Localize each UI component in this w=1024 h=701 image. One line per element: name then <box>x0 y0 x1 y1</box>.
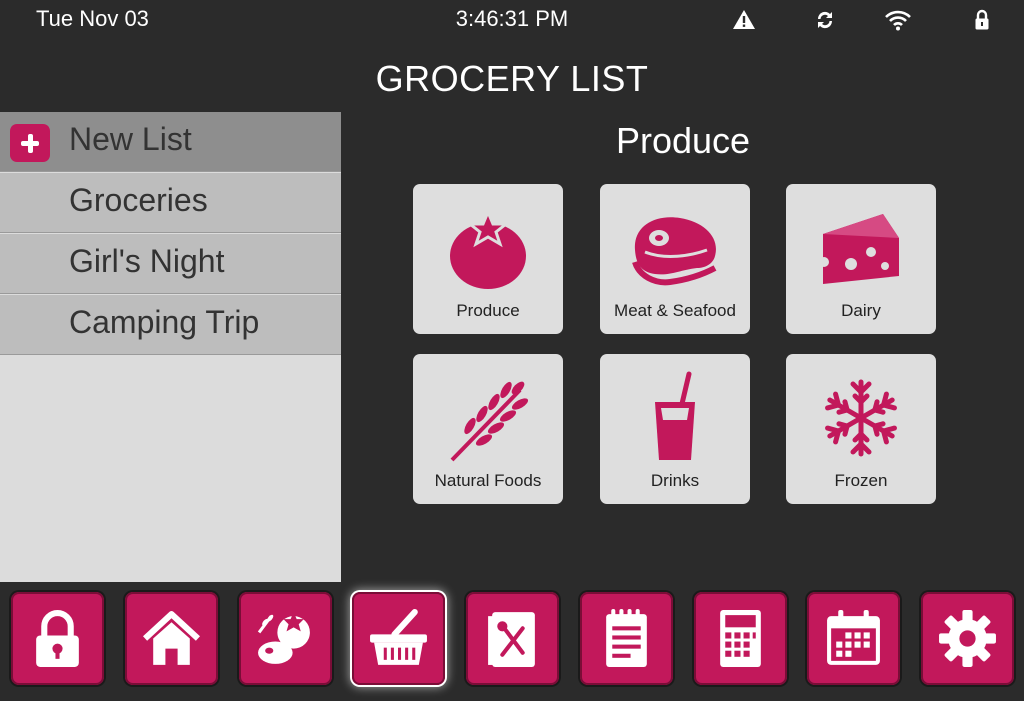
lock-icon[interactable] <box>970 8 994 32</box>
wifi-icon[interactable] <box>884 8 912 32</box>
tile-label: Drinks <box>650 471 700 490</box>
category-tile-dairy[interactable]: Dairy <box>786 184 936 334</box>
dock-recipes-button[interactable] <box>466 592 559 685</box>
dock-calendar-button[interactable] <box>807 592 900 685</box>
sync-icon[interactable] <box>813 8 837 32</box>
tile-label: Frozen <box>834 471 888 490</box>
basket-icon <box>370 609 427 665</box>
settings-gear-icon <box>939 610 996 667</box>
drink-cup-icon <box>655 371 695 460</box>
steak-icon <box>632 217 717 286</box>
dock-food-groups-button[interactable] <box>239 592 332 685</box>
cheese-icon <box>819 214 899 284</box>
tomato-icon <box>450 208 526 289</box>
category-tile-drinks[interactable]: Drinks <box>600 354 750 504</box>
category-tile-produce[interactable]: Produce <box>413 184 563 334</box>
sidebar-item-girls-night[interactable]: Girl's Night <box>0 234 341 294</box>
calendar-icon <box>827 610 880 665</box>
category-tile-meat-seafood[interactable]: Meat & Seafood <box>600 184 750 334</box>
dock-home-button[interactable] <box>125 592 218 685</box>
dock-lock-button[interactable] <box>11 592 104 685</box>
sidebar-item-label: New List <box>69 121 192 157</box>
tile-label: Natural Foods <box>434 471 542 490</box>
sidebar-item-label: Groceries <box>69 182 208 218</box>
sidebar-item-label: Girl's Night <box>69 243 225 279</box>
food-groups-icon <box>257 612 310 664</box>
dock-calculator-button[interactable] <box>694 592 787 685</box>
dock-grocery-list-button[interactable] <box>352 592 445 685</box>
sidebar-item-camping-trip[interactable]: Camping Trip <box>0 295 341 355</box>
home-icon <box>142 611 201 665</box>
new-list-button[interactable]: New List <box>0 112 341 172</box>
padlock-icon <box>36 610 79 667</box>
tile-label: Dairy <box>841 301 881 320</box>
category-tile-natural-foods[interactable]: Natural Foods <box>413 354 563 504</box>
category-tile-frozen[interactable]: Frozen <box>786 354 936 504</box>
dock-notes-button[interactable] <box>580 592 673 685</box>
plus-icon[interactable] <box>10 124 50 162</box>
wheat-icon <box>450 381 529 462</box>
status-time: 3:46:31 PM <box>455 6 569 31</box>
tile-label: Produce <box>456 301 520 320</box>
app-title: GROCERY LIST <box>375 58 649 99</box>
recipe-book-icon <box>488 612 535 667</box>
dock-settings-button[interactable] <box>921 592 1014 685</box>
snowflake-icon <box>825 379 897 457</box>
calculator-icon <box>720 610 761 667</box>
sidebar-item-label: Camping Trip <box>69 304 260 340</box>
status-bar: Tue Nov 03 3:46:31 PM <box>0 0 1024 38</box>
category-heading: Produce <box>615 120 751 161</box>
sidebar-item-groceries[interactable]: Groceries <box>0 173 341 233</box>
warning-icon <box>732 8 756 32</box>
tile-label: Meat & Seafood <box>614 301 736 320</box>
sidebar-lists: New List Groceries Girl's Night Camping … <box>0 112 341 582</box>
notepad-icon <box>606 609 647 667</box>
